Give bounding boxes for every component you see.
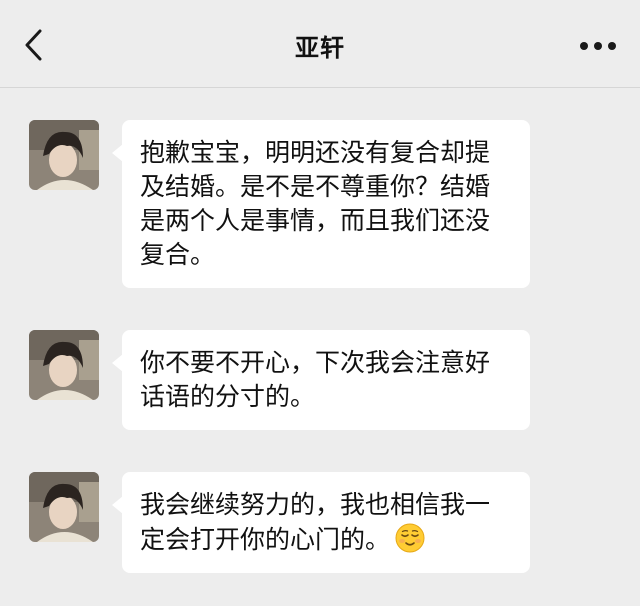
chat-header: 亚轩 <box>0 0 640 88</box>
chat-title: 亚轩 <box>295 34 345 62</box>
avatar[interactable] <box>29 330 99 400</box>
avatar-image <box>29 472 99 542</box>
message-bubble[interactable]: 抱歉宝宝，明明还没有复合却提及结婚。是不是不尊重你？结婚是两个人是事情，而且我们… <box>112 120 530 288</box>
message-text: 我会继续努力的，我也相信我一定会打开你的心门的。 <box>140 490 491 554</box>
more-horizontal-icon <box>580 42 616 50</box>
relieved-face-emoji-icon <box>395 523 425 553</box>
message-bubble[interactable]: 我会继续努力的，我也相信我一定会打开你的心门的。 <box>112 472 530 573</box>
message-bubble[interactable]: 你不要不开心，下次我会注意好话语的分寸的。 <box>112 330 530 430</box>
avatar-image <box>29 330 99 400</box>
avatar[interactable] <box>29 472 99 542</box>
avatar[interactable] <box>29 120 99 190</box>
avatar-image <box>29 120 99 190</box>
more-button[interactable] <box>578 36 618 56</box>
